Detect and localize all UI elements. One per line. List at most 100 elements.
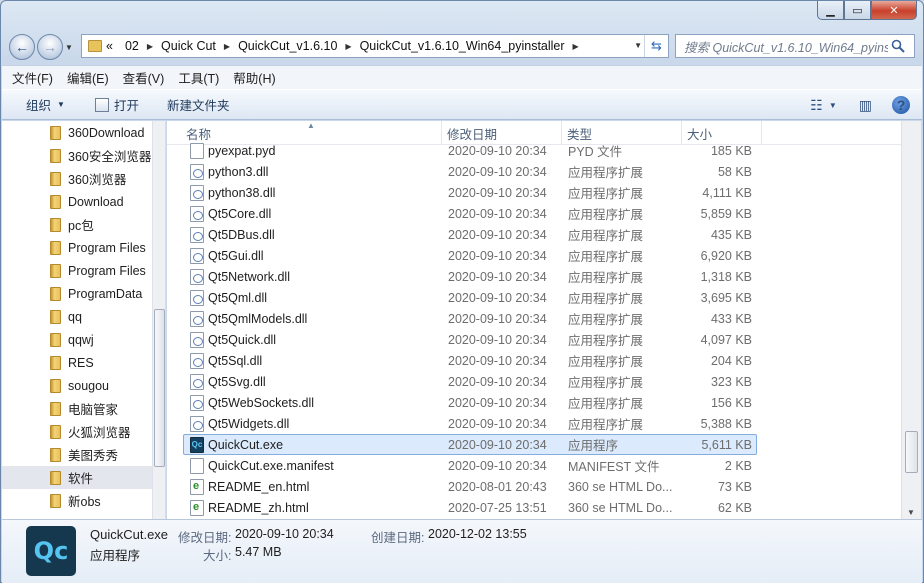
folder-icon (50, 378, 61, 393)
file-date: 2020-09-10 20:34 (448, 458, 547, 473)
file-size: 433 KB (710, 311, 752, 326)
search-icon[interactable] (888, 36, 908, 56)
folder-icon (50, 401, 61, 416)
file-size: 62 KB (717, 500, 752, 515)
help-icon[interactable]: ? (892, 96, 910, 114)
nav-folder-item[interactable]: qq (2, 305, 152, 328)
scroll-down-icon[interactable]: ▼ (907, 508, 915, 517)
file-date: 2020-09-10 20:34 (448, 416, 547, 431)
menu-item[interactable]: 查看(V) (123, 68, 165, 87)
open-button[interactable]: 打开 (94, 95, 139, 114)
nav-folder-item[interactable]: 360Download (2, 121, 152, 144)
forward-button[interactable]: → (37, 34, 63, 60)
file-name: Qt5Svg.dll (208, 374, 266, 389)
file-row[interactable]: Qt5DBus.dll 2020-09-10 20:34 应用程序扩展 435 KB (183, 224, 757, 245)
nav-folder-item[interactable]: Download (2, 190, 152, 213)
file-row[interactable]: Qt5WebSockets.dll 2020-09-10 20:34 应用程序扩展 1… (183, 392, 757, 413)
file-row[interactable]: Qt5Qml.dll 2020-09-10 20:34 应用程序扩展 3,695 KB (183, 287, 757, 308)
menu-item[interactable]: 帮助(H) (233, 68, 275, 87)
nav-folder-item[interactable]: 美图秀秀 (2, 443, 152, 466)
menu-item[interactable]: 编辑(E) (67, 68, 109, 87)
file-name: Qt5Gui.dll (208, 248, 264, 263)
organize-button[interactable]: 组织 ▼ (26, 95, 65, 114)
file-row[interactable]: Qt5Network.dll 2020-09-10 20:34 应用程序扩展 1,31… (183, 266, 757, 287)
view-options-icon[interactable]: ☷ (810, 97, 823, 114)
file-name: Qt5DBus.dll (208, 227, 275, 242)
nav-folder-item[interactable]: Program Files (2, 236, 152, 259)
file-name: Qt5Widgets.dll (208, 416, 290, 431)
breadcrumb-overflow[interactable]: « (106, 39, 113, 53)
breadcrumb-item[interactable]: 02 (125, 39, 139, 53)
file-date: 2020-09-10 20:34 (448, 227, 547, 242)
new-folder-button[interactable]: 新建文件夹 (167, 95, 230, 114)
address-dropdown-icon[interactable]: ▼ (634, 41, 642, 50)
file-size: 435 KB (710, 227, 752, 242)
file-date: 2020-09-10 20:34 (448, 353, 547, 368)
nav-folder-item[interactable]: 电脑管家 (2, 397, 152, 420)
file-row[interactable]: README_en.html 2020-08-01 20:43 360 se HTM… (183, 476, 757, 497)
file-row[interactable]: python38.dll 2020-09-10 20:34 应用程序扩展 4,111 … (183, 182, 757, 203)
nav-folder-item[interactable]: 新obs (2, 489, 152, 512)
refresh-icon[interactable]: ⇆ (644, 35, 668, 57)
file-type: 应用程序扩展 (568, 208, 644, 222)
breadcrumb-item[interactable]: QuickCut_v1.6.10_Win64_pyinstaller (360, 39, 565, 53)
file-row[interactable]: Qt5QmlModels.dll 2020-09-10 20:34 应用程序扩展 43… (183, 308, 757, 329)
search-input[interactable]: 搜索 QuickCut_v1.6.10_Win64_pyinstaller (676, 37, 888, 56)
breadcrumb-separator-icon[interactable]: ▶ (147, 42, 153, 51)
file-row[interactable]: Qt5Gui.dll 2020-09-10 20:34 应用程序扩展 6,920 KB (183, 245, 757, 266)
breadcrumb-separator-icon[interactable]: ▶ (345, 42, 351, 51)
nav-folder-label: 软件 (68, 472, 94, 486)
close-button[interactable]: ✕ (871, 1, 917, 20)
file-name: Qt5Sql.dll (208, 353, 263, 368)
recent-pages-dropdown[interactable]: ▼ (65, 43, 75, 52)
file-row[interactable]: Qc QuickCut.exe 2020-09-10 20:34 应用程序 5,611 … (183, 434, 757, 455)
file-row[interactable]: Qt5Svg.dll 2020-09-10 20:34 应用程序扩展 323 KB (183, 371, 757, 392)
breadcrumb-item[interactable]: QuickCut_v1.6.10 (238, 39, 337, 53)
nav-folder-item[interactable]: 火狐浏览器 (2, 420, 152, 443)
breadcrumb-separator-icon[interactable]: ▶ (224, 42, 230, 51)
file-row[interactable]: Qt5Quick.dll 2020-09-10 20:34 应用程序扩展 4,097 … (183, 329, 757, 350)
folder-icon (50, 286, 61, 301)
menu-item[interactable]: 工具(T) (178, 68, 219, 87)
file-row[interactable]: Qt5Core.dll 2020-09-10 20:34 应用程序扩展 5,859 K… (183, 203, 757, 224)
nav-folder-item[interactable]: Program Files (2, 259, 152, 282)
nav-folder-item[interactable]: pc包 (2, 213, 152, 236)
nav-folder-item[interactable]: 软件 (2, 466, 152, 489)
open-label: 打开 (113, 99, 139, 113)
view-dropdown-icon[interactable]: ▼ (829, 101, 837, 110)
file-name: Qt5Quick.dll (208, 332, 277, 347)
file-row[interactable]: README_zh.html 2020-07-25 13:51 360 se HTM… (183, 497, 757, 518)
file-row[interactable]: pyexpat.pyd 2020-09-10 20:34 PYD 文件 185 KB (183, 140, 757, 161)
menu-item[interactable]: 文件(F) (12, 68, 53, 87)
navigation-pane: 新obs 软件 美图秀秀 火狐浏览器 电脑管家 sougou RES qqwj qq Progra… (2, 121, 166, 519)
search-box[interactable]: 搜索 QuickCut_v1.6.10_Win64_pyinstaller (675, 34, 915, 58)
nav-scrollbar[interactable] (152, 121, 165, 519)
nav-folder-item[interactable]: RES (2, 351, 152, 374)
address-bar[interactable]: « ▶ 02 ▶ Quick Cut ▶ QuickCut_v1.6.10 ▶ QuickCu… (81, 34, 669, 58)
file-name: QuickCut.exe (208, 437, 284, 452)
nav-folder-item[interactable]: ProgramData (2, 282, 152, 305)
file-size: 4,111 KB (702, 185, 752, 200)
back-button[interactable]: ← (9, 34, 35, 60)
breadcrumb-separator-icon[interactable]: ▶ (573, 42, 579, 51)
file-row[interactable]: python3.dll 2020-09-10 20:34 应用程序扩展 58 KB (183, 161, 757, 182)
folder-icon (50, 470, 61, 485)
preview-pane-icon[interactable]: ▥ (859, 97, 872, 114)
file-row[interactable]: Qt5Widgets.dll 2020-09-10 20:34 应用程序扩展 5,38… (183, 413, 757, 434)
folder-icon (88, 40, 102, 52)
file-row[interactable]: QuickCut.exe.manifest 2020-09-10 20:34 MAN… (183, 455, 757, 476)
maximize-button[interactable]: ▭ (844, 1, 871, 20)
list-scroll-thumb[interactable] (905, 431, 918, 473)
file-row[interactable]: Qt5Sql.dll 2020-09-10 20:34 应用程序扩展 204 KB (183, 350, 757, 371)
nav-folder-item[interactable]: 360浏览器 (2, 167, 152, 190)
file-date: 2020-09-10 20:34 (448, 269, 547, 284)
nav-folder-item[interactable]: sougou (2, 374, 152, 397)
nav-folder-item[interactable]: qqwj (2, 328, 152, 351)
file-type: 360 se HTML Do... (568, 500, 673, 515)
nav-buttons: ← → ▼ (9, 34, 75, 60)
nav-folder-item[interactable]: 360安全浏览器 (2, 144, 152, 167)
minimize-button[interactable]: ▁ (817, 1, 844, 20)
breadcrumb-item[interactable]: Quick Cut (161, 39, 216, 53)
list-scrollbar[interactable]: ▼ (901, 121, 921, 519)
nav-scroll-thumb[interactable] (154, 309, 165, 467)
